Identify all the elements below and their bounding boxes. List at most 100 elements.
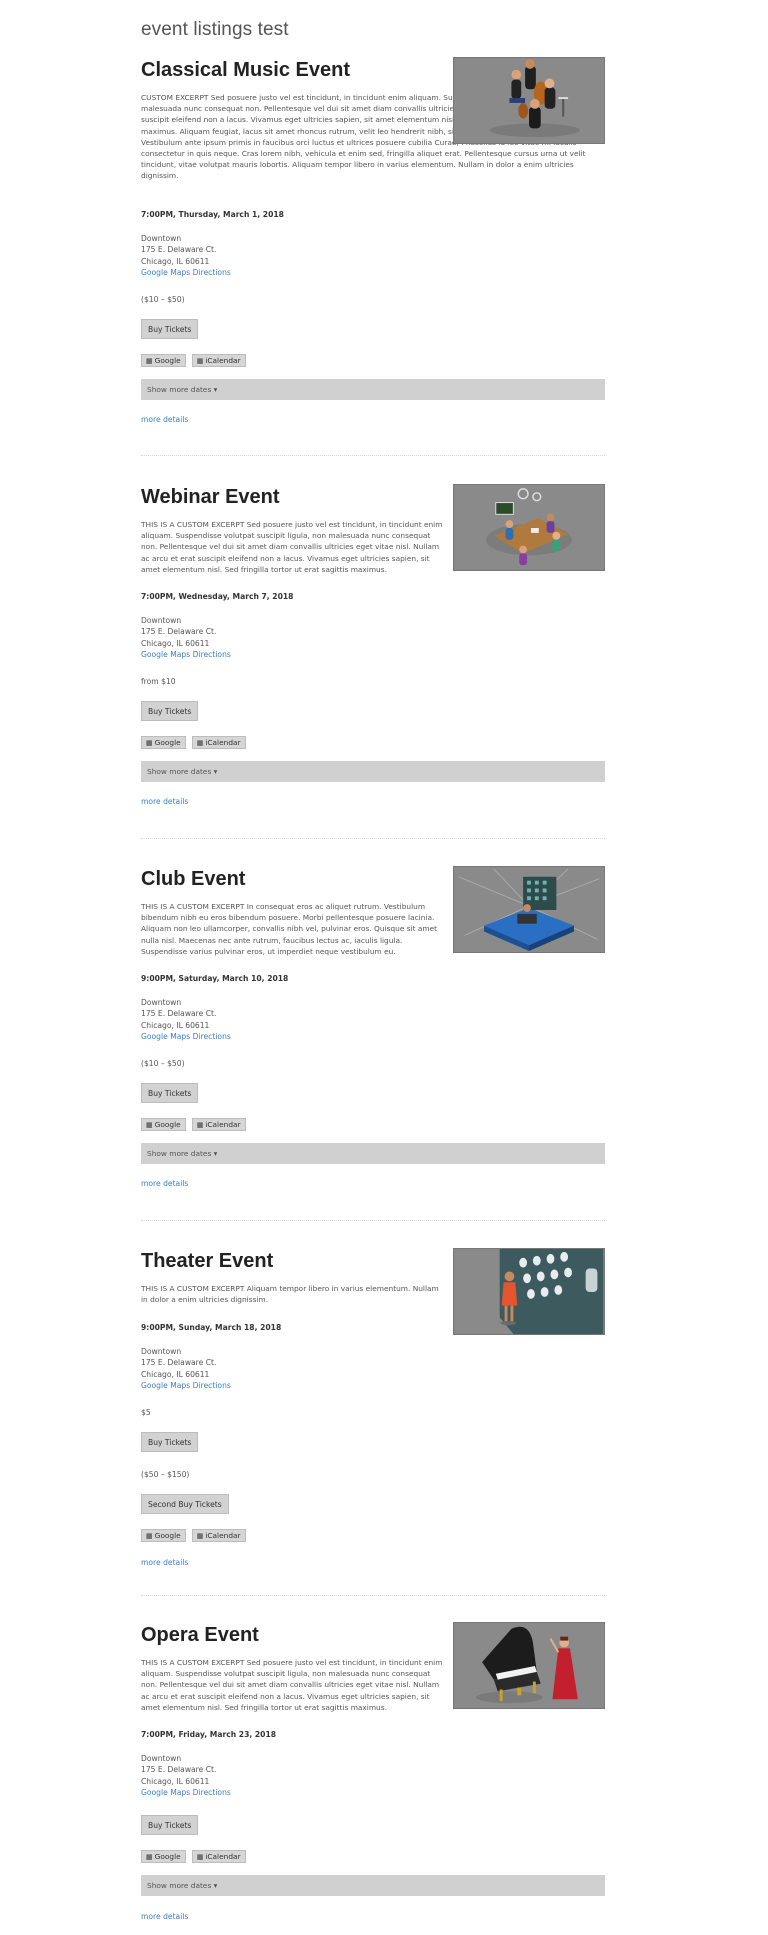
google-maps-link[interactable]: Google Maps Directions [141, 1032, 231, 1041]
event-divider [141, 1595, 605, 1596]
second-buy-tickets-button[interactable]: Second Buy Tickets [141, 1494, 229, 1514]
event-date: 7:00PM, Wednesday, March 7, 2018 [141, 592, 294, 601]
google-maps-link[interactable]: Google Maps Directions [141, 268, 231, 277]
event-card: Webinar Event THIS IS A CUSTOM EXCERPT S… [141, 484, 605, 824]
event-excerpt: THIS IS A CUSTOM EXCERPT Sed posuere jus… [141, 1658, 443, 1712]
event-location: Downtown 175 E. Delaware Ct. Chicago, IL… [141, 233, 231, 279]
icalendar-label: iCalendar [205, 1531, 241, 1540]
google-calendar-button[interactable]: ▦ Google [141, 1529, 186, 1542]
venue-street: 175 E. Delaware Ct. [141, 245, 217, 255]
calendar-links: ▦ Google ▦ iCalendar [141, 1118, 252, 1131]
icalendar-label: iCalendar [205, 1852, 241, 1861]
show-more-dates-toggle[interactable]: Show more dates ▾ [141, 1143, 605, 1164]
page: event listings test Classical Music Even… [0, 0, 768, 1935]
calendar-icon: ▦ [146, 357, 153, 365]
event-date: 9:00PM, Saturday, March 10, 2018 [141, 974, 289, 983]
event-divider [141, 1220, 605, 1221]
dj-stage-illustration [454, 867, 604, 952]
calendar-icon: ▦ [146, 739, 153, 747]
google-calendar-button[interactable]: ▦ Google [141, 1118, 186, 1131]
icalendar-label: iCalendar [205, 356, 241, 365]
venue-city: Chicago, IL 60611 [141, 1369, 210, 1379]
more-details-link[interactable]: more details [141, 415, 188, 425]
more-details-link[interactable]: more details [141, 1558, 188, 1568]
venue-name: Downtown [141, 1347, 182, 1356]
event-image-opera[interactable] [453, 1622, 605, 1709]
event-price: $5 [141, 1408, 151, 1417]
google-calendar-label: Google [154, 1531, 181, 1540]
more-details-link[interactable]: more details [141, 1912, 188, 1922]
event-card: Club Event THIS IS A CUSTOM EXCERPT In c… [141, 866, 605, 1206]
event-divider [141, 455, 605, 456]
buy-tickets-button[interactable]: Buy Tickets [141, 701, 199, 721]
venue-street: 175 E. Delaware Ct. [141, 627, 217, 637]
event-image-webinar[interactable] [453, 484, 605, 571]
event-location: Downtown 175 E. Delaware Ct. Chicago, IL… [141, 1753, 231, 1799]
piano-singer-illustration [454, 1623, 604, 1708]
google-maps-link[interactable]: Google Maps Directions [141, 1788, 231, 1797]
calendar-icon: ▦ [146, 1532, 153, 1540]
buy-tickets-button[interactable]: Buy Tickets [141, 1083, 199, 1103]
google-calendar-label: Google [154, 1852, 181, 1861]
event-excerpt: THIS IS A CUSTOM EXCERPT Sed posuere jus… [141, 520, 443, 574]
event-image-club[interactable] [453, 866, 605, 953]
icalendar-button[interactable]: ▦ iCalendar [191, 1850, 246, 1863]
more-details-link[interactable]: more details [141, 1179, 188, 1189]
icalendar-button[interactable]: ▦ iCalendar [191, 354, 246, 367]
venue-city: Chicago, IL 60611 [141, 1776, 210, 1786]
icalendar-button[interactable]: ▦ iCalendar [191, 1529, 246, 1542]
icalendar-button[interactable]: ▦ iCalendar [191, 736, 246, 749]
event-card: Theater Event THIS IS A CUSTOM EXCERPT A… [141, 1248, 605, 1568]
calendar-icon: ▦ [196, 1121, 204, 1129]
venue-city: Chicago, IL 60611 [141, 1020, 210, 1030]
show-more-dates-toggle[interactable]: Show more dates ▾ [141, 761, 605, 782]
event-date: 7:00PM, Thursday, March 1, 2018 [141, 210, 284, 219]
show-more-dates-toggle[interactable]: Show more dates ▾ [141, 379, 605, 400]
google-maps-link[interactable]: Google Maps Directions [141, 650, 231, 659]
event-card: Opera Event THIS IS A CUSTOM EXCERPT Sed… [141, 1622, 605, 1932]
event-image-theater[interactable] [453, 1248, 605, 1335]
event-location: Downtown 175 E. Delaware Ct. Chicago, IL… [141, 1346, 231, 1392]
musicians-illustration [454, 58, 604, 143]
calendar-links: ▦ Google ▦ iCalendar [141, 354, 252, 367]
show-more-dates-toggle[interactable]: Show more dates ▾ [141, 1875, 605, 1896]
venue-name: Downtown [141, 616, 182, 625]
venue-city: Chicago, IL 60611 [141, 256, 210, 266]
google-calendar-button[interactable]: ▦ Google [141, 354, 186, 367]
event-price: from $10 [141, 677, 176, 686]
page-title: event listings test [141, 19, 289, 40]
calendar-icon: ▦ [196, 357, 204, 365]
buy-tickets-button[interactable]: Buy Tickets [141, 1815, 199, 1835]
buy-tickets-button[interactable]: Buy Tickets [141, 1432, 199, 1452]
meeting-illustration [454, 485, 604, 570]
venue-name: Downtown [141, 1754, 182, 1763]
event-price: ($10 – $50) [141, 295, 185, 304]
google-maps-link[interactable]: Google Maps Directions [141, 1381, 231, 1390]
more-details-link[interactable]: more details [141, 797, 188, 807]
icalendar-label: iCalendar [205, 1120, 241, 1129]
calendar-links: ▦ Google ▦ iCalendar [141, 1529, 252, 1542]
venue-street: 175 E. Delaware Ct. [141, 1765, 217, 1775]
calendar-icon: ▦ [196, 1532, 204, 1540]
event-date: 9:00PM, Sunday, March 18, 2018 [141, 1323, 282, 1332]
google-calendar-button[interactable]: ▦ Google [141, 1850, 186, 1863]
event-image-classical[interactable] [453, 57, 605, 144]
calendar-links: ▦ Google ▦ iCalendar [141, 1850, 252, 1863]
calendar-icon: ▦ [196, 739, 204, 747]
event-card: Classical Music Event CUSTOM EXCERPT Sed… [141, 57, 605, 429]
event-location: Downtown 175 E. Delaware Ct. Chicago, IL… [141, 615, 231, 661]
event-excerpt: THIS IS A CUSTOM EXCERPT Aliquam tempor … [141, 1284, 439, 1305]
buy-tickets-button[interactable]: Buy Tickets [141, 319, 199, 339]
google-calendar-button[interactable]: ▦ Google [141, 736, 186, 749]
event-excerpt: THIS IS A CUSTOM EXCERPT In consequat er… [141, 902, 438, 956]
event-second-price: ($50 – $150) [141, 1470, 190, 1479]
google-calendar-label: Google [154, 738, 181, 747]
venue-street: 175 E. Delaware Ct. [141, 1009, 217, 1019]
icalendar-button[interactable]: ▦ iCalendar [191, 1118, 246, 1131]
calendar-icon: ▦ [196, 1853, 204, 1861]
google-calendar-label: Google [154, 356, 181, 365]
venue-name: Downtown [141, 234, 182, 243]
venue-city: Chicago, IL 60611 [141, 638, 210, 648]
event-date: 7:00PM, Friday, March 23, 2018 [141, 1730, 277, 1739]
calendar-links: ▦ Google ▦ iCalendar [141, 736, 252, 749]
